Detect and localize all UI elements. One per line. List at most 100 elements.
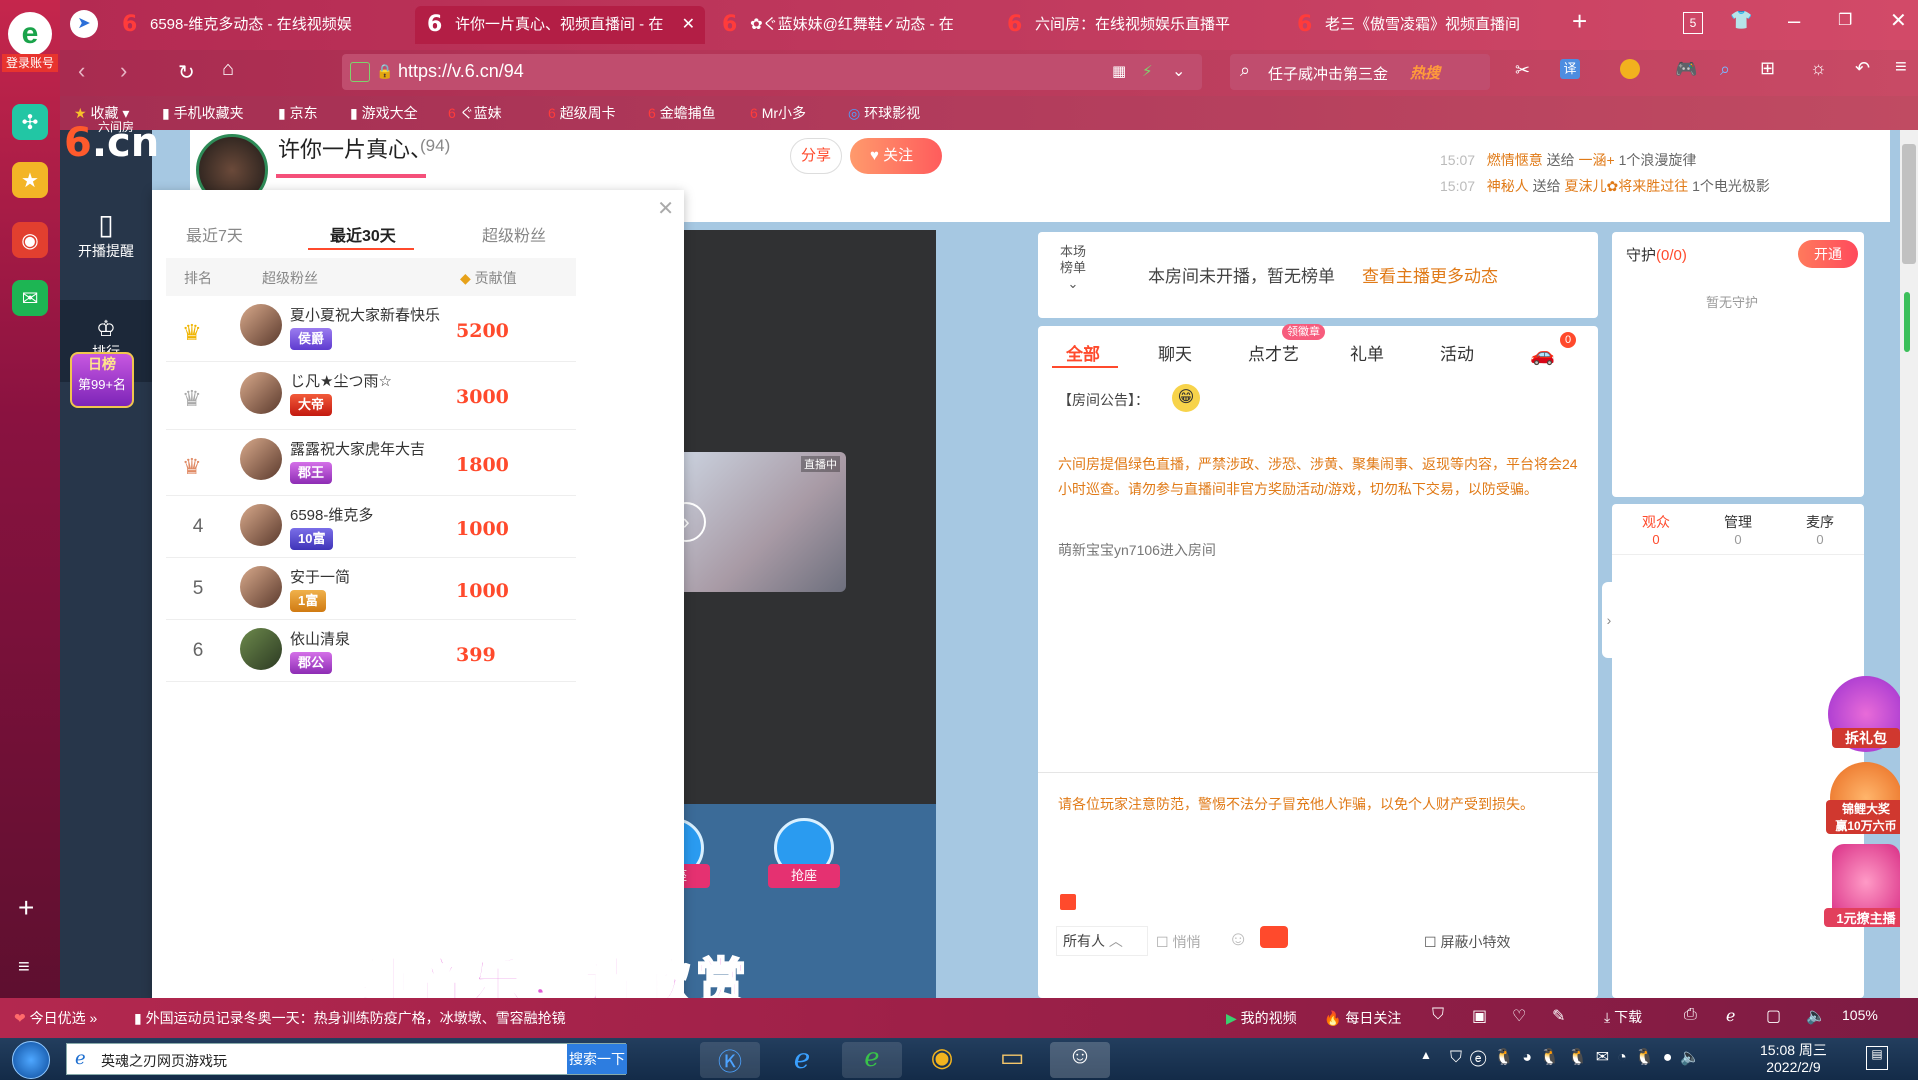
refresh-icon[interactable]: ↻ (178, 60, 195, 85)
app-taskbar-icon[interactable]: ☺ (1050, 1042, 1110, 1078)
table-row[interactable]: 5 安于一简 1富 1000 (166, 560, 576, 620)
health-icon[interactable]: ♡ (1512, 1006, 1526, 1026)
emoji-icon[interactable]: ☺ (1228, 928, 1248, 951)
skin-icon[interactable]: 👕 (1730, 10, 1752, 31)
notification-icon[interactable]: ▤ (1866, 1046, 1888, 1070)
board-toggle[interactable]: 本场 榜单 ⌄ (1060, 244, 1086, 292)
follow-button[interactable]: ♥ 关注 (850, 138, 942, 174)
gift-pack-label[interactable]: 拆礼包 (1832, 728, 1900, 748)
login-button[interactable]: 登录账号 (2, 54, 58, 72)
tab-gifts[interactable]: 礼单 (1350, 340, 1384, 365)
menu-icon[interactable]: ≡ (1895, 56, 1907, 79)
zoom-level[interactable]: 105% (1842, 1007, 1878, 1023)
undo-icon[interactable]: ↶ (1855, 58, 1870, 79)
daily-follow[interactable]: 🔥 每日关注 (1324, 1008, 1401, 1028)
volume-icon[interactable]: 🔈 (1806, 1006, 1826, 1026)
tab-3[interactable]: 6 六间房：在线视频娱乐直播平 (995, 6, 1285, 44)
ie-search-box[interactable]: ℯ 英魂之刃网页游戏玩 搜索一下 (66, 1043, 627, 1075)
hide-fx-checkbox[interactable]: ☐ 屏蔽小特效 (1424, 932, 1510, 952)
bookmark-mobile[interactable]: ▮ 手机收藏夹 (162, 96, 244, 130)
car-icon[interactable]: 🚗 (1530, 342, 1555, 367)
avatar[interactable] (240, 566, 282, 608)
table-row[interactable]: 4 6598-维克多 10富 1000 (166, 498, 576, 558)
mail-icon[interactable]: ✉ (12, 280, 48, 316)
daily-rank-badge[interactable]: 日榜 第99+名 (70, 352, 134, 408)
avatar[interactable] (240, 628, 282, 670)
back-icon[interactable]: ‹ (78, 58, 85, 84)
avatar[interactable] (240, 304, 282, 346)
bookmark-weekcard[interactable]: 6 超级周卡 (548, 96, 616, 130)
bookmark-lanmei[interactable]: 6 ぐ蓝妹 (448, 96, 502, 130)
avatar[interactable] (240, 438, 282, 480)
add-icon[interactable]: + (18, 892, 34, 924)
forward-icon[interactable]: › (120, 58, 127, 84)
tab-audience[interactable]: 观众 0 (1634, 512, 1678, 547)
bookmark-movies[interactable]: ◎ 环球影视 (848, 96, 920, 130)
grid-icon[interactable]: ⊞ (1760, 58, 1775, 79)
image-icon[interactable]: ▣ (1472, 1006, 1487, 1026)
gift-fx-icon[interactable] (1260, 926, 1288, 948)
tab-superfans[interactable]: 超级粉丝 (482, 222, 546, 246)
speaker-icon[interactable] (1060, 894, 1076, 910)
search-button[interactable]: 搜索一下 (567, 1044, 627, 1074)
search-box[interactable]: ⌕ 任子威冲击第三金 热搜 (1230, 54, 1490, 90)
weibo-icon[interactable]: ◉ (12, 222, 48, 258)
table-row[interactable]: ♛ 露露祝大家虎年大吉 郡王 1800 (166, 432, 576, 496)
close-icon[interactable]: ✕ (657, 196, 674, 221)
avatar[interactable] (240, 372, 282, 414)
tab-all[interactable]: 全部 (1066, 340, 1100, 365)
tab-1[interactable]: 6 许你一片真心、视频直播间 - 在 ✕ (415, 6, 705, 44)
folder-icon[interactable]: ▭ (982, 1042, 1042, 1078)
koi-label[interactable]: 锦鲤大奖 赢10万六币 (1826, 800, 1906, 834)
menu-list-icon[interactable]: ≡ (18, 956, 30, 979)
print-icon[interactable]: ⎙ (1684, 1006, 1697, 1024)
more-updates-link[interactable]: 查看主播更多动态 (1362, 262, 1498, 287)
tray-icons[interactable]: ⛉ⓔ🐧◕🐧🐧✉◔🐧●🔈 (1450, 1047, 1708, 1067)
table-row[interactable]: ♛ じ凡★尘つ雨☆ 大帝 3000 (166, 364, 576, 430)
tab-0[interactable]: 6 6598-维克多动态 - 在线视频娱 (110, 6, 410, 44)
download-button[interactable]: ⤓ 下载 (1604, 1007, 1642, 1027)
tab-activity[interactable]: 活动 (1440, 340, 1474, 365)
hot-search-badge[interactable]: 热搜 (1410, 62, 1440, 83)
new-tab-icon[interactable]: + (1572, 6, 1587, 37)
share-button[interactable]: 分享 (790, 138, 842, 174)
tab-4[interactable]: 6 老三《傲雪凌霜》视频直播间 (1285, 6, 1550, 44)
browser-taskbar-icon[interactable]: ℯ (842, 1042, 902, 1078)
bookmark-mrxiaoduo[interactable]: 6 Mr小多 (750, 96, 806, 130)
ie-mode-icon[interactable]: ℯ (1726, 1006, 1735, 1026)
tab-2[interactable]: 6 ✿ぐ蓝妹妹@红舞鞋✓动态 - 在 (710, 6, 1000, 44)
coin-icon[interactable] (1620, 59, 1640, 79)
clock[interactable]: 15:08 周三 2022/2/9 (1760, 1042, 1827, 1076)
chrome-icon[interactable]: ◉ (912, 1042, 972, 1078)
tab-admins[interactable]: 管理 0 (1716, 512, 1760, 547)
brush-icon[interactable]: ✎ (1552, 1006, 1565, 1026)
plugin-app-icon[interactable]: ✣ (12, 104, 48, 140)
start-button[interactable] (12, 1041, 50, 1079)
avatar[interactable] (240, 504, 282, 546)
minimize-icon[interactable]: – (1788, 8, 1800, 34)
recipient-select[interactable]: 所有人 ︿ (1056, 926, 1148, 956)
tab-count[interactable]: 5 (1683, 12, 1703, 34)
news-ticker[interactable]: ▮ 外国运动员记录冬奥一天：热身训练防疫广格，冰墩墩、雪容融抢镜 (134, 1008, 566, 1028)
table-row[interactable]: ♛ 夏小夏祝大家新春快乐 侯爵 5200 (166, 298, 576, 362)
shield-icon[interactable]: ⛉ (1432, 1006, 1444, 1024)
bookmark-jd[interactable]: ▮ 京东 (278, 96, 318, 130)
qr-icon[interactable]: ▦ (1112, 62, 1126, 80)
star-icon[interactable]: ★ (12, 162, 48, 198)
tab-talent[interactable]: 点才艺 (1248, 340, 1299, 365)
collapse-handle[interactable]: › (1602, 582, 1616, 658)
close-window-icon[interactable]: ✕ (1890, 8, 1907, 33)
kugou-icon[interactable]: Ⓚ (700, 1042, 760, 1078)
gamepad-icon[interactable]: 🎮 (1675, 59, 1697, 80)
tab-7days[interactable]: 最近7天 (186, 222, 243, 246)
whisper-checkbox[interactable]: ☐ 悄悄 (1156, 932, 1200, 952)
ie-taskbar-icon[interactable]: ℯ (772, 1042, 832, 1078)
bookmark-fishing[interactable]: 6 金蟾捕鱼 (648, 96, 716, 130)
lightning-icon[interactable]: ⚡ (1142, 62, 1153, 80)
scroll-thumb[interactable] (1902, 144, 1916, 264)
tray-expand-icon[interactable]: ▲ (1420, 1048, 1432, 1062)
translate-icon[interactable]: 译 (1560, 59, 1580, 79)
remind-button[interactable]: ▯ 开播提醒 (60, 208, 152, 290)
tab-30days[interactable]: 最近30天 (330, 222, 396, 246)
zoom-icon[interactable]: ⌕ (1720, 59, 1730, 80)
